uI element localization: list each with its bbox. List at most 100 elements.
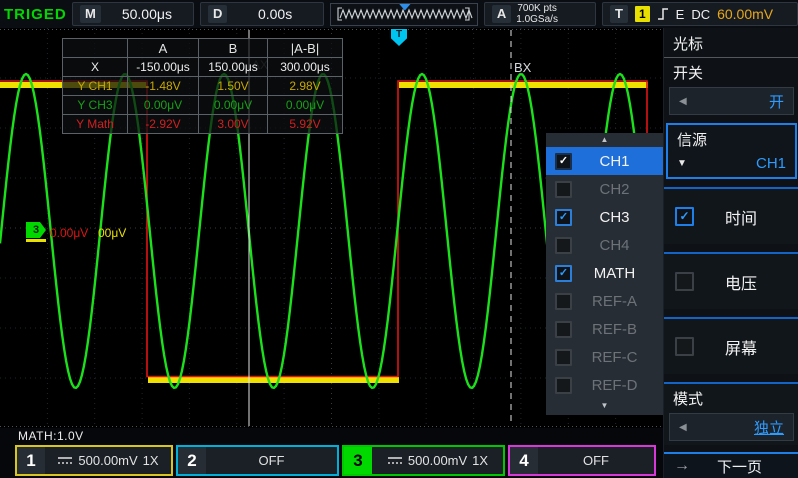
acquire-readout[interactable]: A 700K pts 1.0GSa/s bbox=[484, 2, 596, 26]
row-label: X bbox=[63, 58, 128, 77]
checkbox-checked-icon[interactable]: ✓ bbox=[555, 153, 572, 170]
row-label: Y CH3 bbox=[63, 96, 128, 115]
screen-cursor-option[interactable]: 屏幕 bbox=[664, 317, 798, 374]
channel-3-box[interactable]: 3 500.00mV 1X bbox=[342, 445, 505, 476]
checkbox-unchecked-icon[interactable] bbox=[675, 272, 694, 291]
checkbox-unchecked-icon[interactable] bbox=[675, 337, 694, 356]
checkbox-checked-icon[interactable]: ✓ bbox=[555, 209, 572, 226]
source-value: CH1 bbox=[756, 155, 786, 172]
checkbox-unchecked-icon[interactable] bbox=[555, 237, 572, 254]
dropdown-item-ref-d[interactable]: REF-D bbox=[546, 371, 663, 399]
math-scale-label: MATH:1.0V bbox=[18, 429, 84, 443]
channel-status-bar: 1 500.00mV 1X 2 OFF 3 bbox=[0, 443, 663, 478]
timebase-readout[interactable]: M 50.00μs bbox=[72, 2, 194, 26]
mode-value: 独立 bbox=[754, 417, 784, 438]
dc-coupling-icon bbox=[57, 456, 73, 465]
value-a: -2.92V bbox=[128, 115, 199, 134]
trigger-badge: T bbox=[610, 5, 628, 23]
channel-4-box[interactable]: 4 OFF bbox=[508, 445, 656, 476]
top-status-bar: TRIGED M 50.00μs D 0.00s A 700K pts 1.0G… bbox=[0, 0, 798, 28]
table-header-a: A bbox=[128, 39, 199, 58]
channel-2-status: OFF bbox=[259, 453, 285, 468]
switch-value: 开 bbox=[769, 91, 784, 112]
checkbox-unchecked-icon[interactable] bbox=[555, 377, 572, 394]
checkbox-checked-icon[interactable]: ✓ bbox=[675, 207, 694, 226]
channel-2-box[interactable]: 2 OFF bbox=[176, 445, 339, 476]
value-b: 1.50V bbox=[199, 77, 268, 96]
oscilloscope-screen: TRIGED M 50.00μs D 0.00s A 700K pts 1.0G… bbox=[0, 0, 798, 478]
dropdown-triangle-icon[interactable]: ▼ bbox=[677, 158, 687, 169]
timebase-badge: M bbox=[80, 5, 101, 23]
channel-4-number: 4 bbox=[510, 447, 538, 474]
delay-readout[interactable]: D 0.00s bbox=[200, 2, 324, 26]
trigger-type: E bbox=[676, 7, 685, 22]
dc-coupling-icon bbox=[387, 456, 403, 465]
next-page-button[interactable]: → 下一页 bbox=[664, 452, 798, 478]
timebase-value: 50.00μs bbox=[108, 6, 186, 22]
trigger-coupling: DC bbox=[691, 7, 710, 22]
value-a: -1.48V bbox=[128, 77, 199, 96]
rising-edge-icon bbox=[657, 7, 669, 21]
dropdown-item-ref-a[interactable]: REF-A bbox=[546, 287, 663, 315]
time-cursor-option[interactable]: ✓ 时间 bbox=[664, 187, 798, 244]
channel-3-scale: 500.00mV bbox=[408, 453, 467, 468]
delay-badge: D bbox=[208, 5, 227, 23]
trigger-level: 60.00mV bbox=[717, 6, 773, 22]
dropdown-item-ref-c[interactable]: REF-C bbox=[546, 343, 663, 371]
table-row: Y CH3 0.00μV 0.00μV 0.00μV bbox=[63, 96, 343, 115]
channel-1-number: 1 bbox=[17, 447, 45, 474]
scroll-up-icon[interactable]: ▲ bbox=[546, 133, 663, 147]
right-arrow-icon: → bbox=[674, 458, 690, 474]
next-page-label: 下一页 bbox=[690, 456, 789, 477]
checkbox-unchecked-icon[interactable] bbox=[555, 181, 572, 198]
dropdown-item-math[interactable]: ✓ MATH bbox=[546, 259, 663, 287]
checkbox-checked-icon[interactable]: ✓ bbox=[555, 265, 572, 282]
channel-4-status: OFF bbox=[583, 453, 609, 468]
voltage-cursor-option[interactable]: 电压 bbox=[664, 252, 798, 309]
menu-sidebar: 光标 开关 ◀ 开 信源 ▼ CH1 ✓ 时间 电压 屏幕 bbox=[663, 28, 798, 478]
row-label: Y CH1 bbox=[63, 77, 128, 96]
mode-section[interactable]: 模式 ◀ 独立 bbox=[664, 382, 798, 445]
delay-value: 0.00s bbox=[234, 6, 316, 22]
waveform-preview[interactable] bbox=[330, 3, 478, 26]
dropdown-item-ref-b[interactable]: REF-B bbox=[546, 315, 663, 343]
source-section-selected[interactable]: 信源 ▼ CH1 bbox=[666, 123, 797, 179]
table-row: X -150.00μs 150.00μs 300.00μs bbox=[63, 58, 343, 77]
dropdown-item-ch1[interactable]: ✓ CH1 bbox=[546, 147, 663, 175]
menu-title: 光标 bbox=[664, 28, 798, 58]
scroll-down-icon[interactable]: ▼ bbox=[546, 399, 663, 413]
table-row: Y Math -2.92V 3.00V 5.92V bbox=[63, 115, 343, 134]
left-triangle-icon[interactable]: ◀ bbox=[679, 96, 687, 107]
value-b: 150.00μs bbox=[199, 58, 268, 77]
dropdown-item-ch3[interactable]: ✓ CH3 bbox=[546, 203, 663, 231]
math-level-readout: 0.00μV bbox=[50, 226, 88, 240]
value-ab: 300.00μs bbox=[268, 58, 343, 77]
time-cursor-label: 时间 bbox=[694, 205, 788, 229]
dropdown-item-ch2[interactable]: CH2 bbox=[546, 175, 663, 203]
value-b: 3.00V bbox=[199, 115, 268, 134]
ch1-level-readout: 00μV bbox=[98, 226, 126, 240]
value-b: 0.00μV bbox=[199, 96, 268, 115]
screen-cursor-label: 屏幕 bbox=[694, 335, 788, 359]
value-ab: 2.98V bbox=[268, 77, 343, 96]
channel-1-box[interactable]: 1 500.00mV 1X bbox=[15, 445, 173, 476]
cursor-measurement-table: A B |A-B| X -150.00μs 150.00μs 300.00μs … bbox=[62, 38, 343, 134]
channel1-position-marker[interactable] bbox=[26, 239, 46, 242]
voltage-cursor-label: 电压 bbox=[694, 270, 788, 294]
value-a: -150.00μs bbox=[128, 58, 199, 77]
waveform-display: T AX BX 3 0.00μV 00μV A B |A-B| X -150.0… bbox=[0, 28, 663, 428]
checkbox-unchecked-icon[interactable] bbox=[555, 321, 572, 338]
checkbox-unchecked-icon[interactable] bbox=[555, 349, 572, 366]
left-triangle-icon[interactable]: ◀ bbox=[679, 422, 687, 433]
checkbox-unchecked-icon[interactable] bbox=[555, 293, 572, 310]
switch-section[interactable]: 开关 ◀ 开 bbox=[664, 58, 798, 115]
acquire-rate: 1.0GSa/s bbox=[516, 14, 558, 25]
value-ab: 5.92V bbox=[268, 115, 343, 134]
value-a: 0.00μV bbox=[128, 96, 199, 115]
channel-2-number: 2 bbox=[178, 447, 206, 474]
table-header-ab: |A-B| bbox=[268, 39, 343, 58]
trigger-readout[interactable]: T 1 E DC 60.00mV bbox=[602, 2, 798, 26]
value-ab: 0.00μV bbox=[268, 96, 343, 115]
source-dropdown: ▲ ✓ CH1 CH2 ✓ CH3 CH4 ✓ MATH bbox=[546, 133, 663, 415]
dropdown-item-ch4[interactable]: CH4 bbox=[546, 231, 663, 259]
